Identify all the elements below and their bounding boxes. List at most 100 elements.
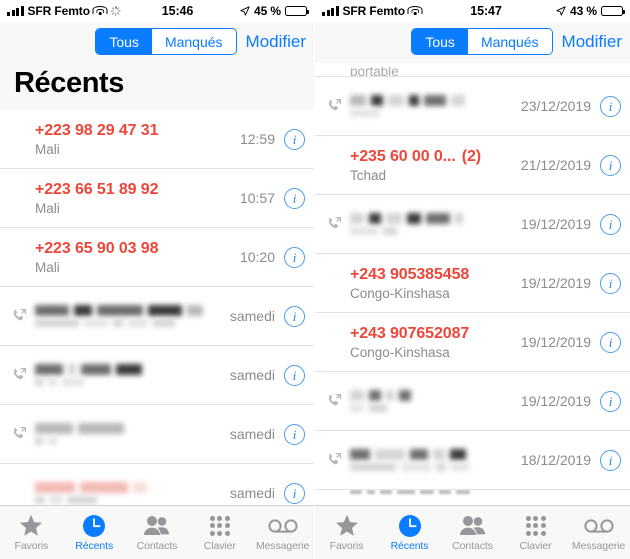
tab-recents[interactable]: Récents xyxy=(378,506,441,559)
tab-bar[interactable]: Favoris Récents Contacts Clavier Message… xyxy=(315,505,630,559)
location-arrow-icon xyxy=(556,6,566,16)
redacted-name xyxy=(350,390,521,401)
call-list-item[interactable]: +243 905385458 Congo-Kinshasa 19/12/2019… xyxy=(315,254,630,313)
cellular-bars-icon xyxy=(322,6,339,16)
tab-label: Contacts xyxy=(136,540,178,552)
edit-button[interactable]: Modifier xyxy=(562,32,622,52)
call-item-location: Congo-Kinshasa xyxy=(350,344,450,360)
call-list-item[interactable]: samedi i xyxy=(0,346,314,405)
carrier-label: SFR Femto xyxy=(27,4,91,18)
call-item-time: 23/12/2019 xyxy=(520,98,591,114)
tab-contacts[interactable]: Contacts xyxy=(126,506,189,559)
info-icon[interactable]: i xyxy=(600,213,621,235)
tab-favoris[interactable]: Favoris xyxy=(0,506,63,559)
call-item-main-redacted xyxy=(35,474,230,505)
call-list-item[interactable]: samedi i xyxy=(0,287,314,346)
info-icon[interactable]: i xyxy=(600,154,621,176)
tab-label: Favoris xyxy=(329,540,364,552)
info-icon[interactable]: i xyxy=(284,187,305,209)
location-arrow-icon xyxy=(240,6,250,16)
tab-clavier[interactable]: Clavier xyxy=(188,506,251,559)
call-item-time: 12:59 xyxy=(239,131,275,147)
segment-tous[interactable]: Tous xyxy=(96,29,152,54)
redacted-sub xyxy=(350,404,521,412)
call-item-number: +235 60 00 0... (2) xyxy=(350,148,521,166)
info-icon[interactable]: i xyxy=(284,423,305,445)
info-icon[interactable]: i xyxy=(284,482,305,504)
call-filter-segmented-control[interactable]: Tous Manqués xyxy=(411,28,553,55)
call-list-item[interactable]: +223 65 90 03 98 Mali 10:20 i xyxy=(0,228,314,287)
tab-label: Récents xyxy=(75,540,114,552)
call-list-item[interactable]: 19/12/2019 i xyxy=(315,372,630,431)
call-item-location: Mali xyxy=(35,200,60,216)
call-item-time: 19/12/2019 xyxy=(520,393,591,409)
outgoing-call-icon xyxy=(8,426,30,442)
call-list-item[interactable]: +223 66 51 89 92 Mali 10:57 i xyxy=(0,169,314,228)
call-item-count: (2) xyxy=(461,147,481,165)
page-title: Récents xyxy=(0,63,314,110)
call-list-item[interactable]: +235 60 00 0... (2) Tchad 21/12/2019 i xyxy=(315,136,630,195)
status-bar-right: 43 % xyxy=(556,4,626,18)
info-icon[interactable]: i xyxy=(600,272,621,294)
call-item-time: 10:57 xyxy=(239,190,275,206)
status-bar: SFR Femto 15:46 45 % xyxy=(0,0,314,22)
status-bar-clock: 15:46 xyxy=(161,4,194,18)
info-icon[interactable]: i xyxy=(284,305,305,327)
people-icon xyxy=(143,513,170,538)
call-list-item[interactable]: +243 907652087 Congo-Kinshasa 19/12/2019… xyxy=(315,313,630,372)
call-item-location: Congo-Kinshasa xyxy=(350,285,450,301)
call-item-main-redacted xyxy=(350,382,521,420)
clipped-sub-label: portable xyxy=(350,67,399,76)
call-list-item[interactable]: 19/12/2019 i xyxy=(315,195,630,254)
call-item-time: samedi xyxy=(229,367,275,383)
recent-calls-list-left[interactable]: +223 98 29 47 31 Mali 12:59 i +223 66 51… xyxy=(0,110,314,505)
call-item-time: 21/12/2019 xyxy=(520,157,591,173)
redacted-sub xyxy=(35,496,230,504)
info-icon[interactable]: i xyxy=(600,449,621,471)
call-item-time: 19/12/2019 xyxy=(520,334,591,350)
tab-clavier[interactable]: Clavier xyxy=(504,506,567,559)
tab-label: Clavier xyxy=(203,540,236,552)
call-list-item[interactable]: 23/12/2019 i xyxy=(315,77,630,136)
tab-bar[interactable]: Favoris Récents Contacts Clavier Message… xyxy=(0,505,314,559)
call-filter-segmented-control[interactable]: Tous Manqués xyxy=(95,28,237,55)
tab-contacts[interactable]: Contacts xyxy=(441,506,504,559)
call-list-item[interactable]: 18/12/2019 i xyxy=(315,431,630,490)
tab-favoris[interactable]: Favoris xyxy=(315,506,378,559)
segment-manques[interactable]: Manqués xyxy=(467,29,552,54)
call-list-item[interactable]: +223 98 29 47 31 Mali 12:59 i xyxy=(0,110,314,169)
segment-manques[interactable]: Manqués xyxy=(151,29,236,54)
tab-recents[interactable]: Récents xyxy=(63,506,126,559)
info-icon[interactable]: i xyxy=(284,364,305,386)
tab-label: Clavier xyxy=(519,540,552,552)
call-list-item-clipped-top[interactable]: portable xyxy=(315,63,630,77)
call-list-item-clipped-bottom[interactable] xyxy=(315,490,630,505)
tab-messagerie[interactable]: Messagerie xyxy=(251,506,314,559)
clock-icon xyxy=(82,513,106,538)
info-icon[interactable]: i xyxy=(284,128,305,150)
call-item-main: +243 905385458 Congo-Kinshasa xyxy=(350,258,521,309)
outgoing-call-icon xyxy=(323,393,345,409)
info-icon[interactable]: i xyxy=(600,95,621,117)
tab-messagerie[interactable]: Messagerie xyxy=(567,506,630,559)
clock-icon xyxy=(398,513,422,538)
tab-label: Messagerie xyxy=(255,540,310,552)
phone-screen-left: SFR Femto 15:46 45 % Tous Manqués Modifi… xyxy=(0,0,315,559)
people-icon xyxy=(459,513,486,538)
call-list-item[interactable]: samedi i xyxy=(0,405,314,464)
call-item-main-redacted xyxy=(350,205,521,243)
segment-tous[interactable]: Tous xyxy=(412,29,468,54)
redacted-name xyxy=(35,305,230,316)
call-item-location: Mali xyxy=(35,141,60,157)
edit-button[interactable]: Modifier xyxy=(246,32,306,52)
status-bar-clock: 15:47 xyxy=(470,4,502,18)
call-list-item[interactable]: samedi i xyxy=(0,464,314,505)
call-item-main-redacted xyxy=(350,441,521,479)
info-icon[interactable]: i xyxy=(600,331,621,353)
voicemail-icon xyxy=(267,513,298,538)
info-icon[interactable]: i xyxy=(600,390,621,412)
info-icon[interactable]: i xyxy=(284,246,305,268)
voicemail-icon xyxy=(583,513,614,538)
status-bar-left: SFR Femto xyxy=(322,4,422,18)
recent-calls-list-right[interactable]: portable 23/12/2019 i +235 60 00 0... (2… xyxy=(315,63,630,505)
